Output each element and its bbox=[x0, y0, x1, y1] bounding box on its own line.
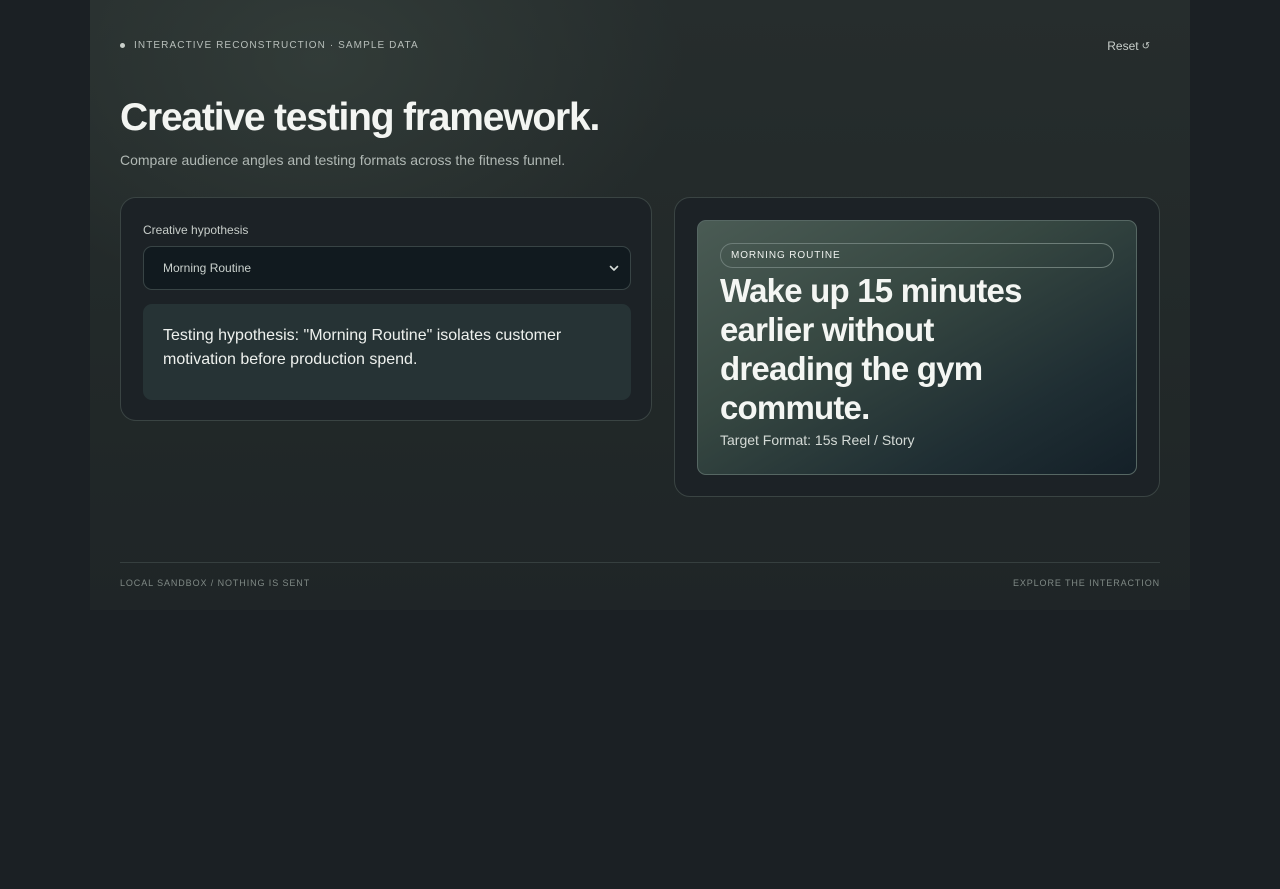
hypothesis-panel: Creative hypothesis Morning Routine Test… bbox=[120, 197, 652, 421]
hypothesis-text: Testing hypothesis: "Morning Routine" is… bbox=[163, 327, 562, 368]
hypothesis-select[interactable]: Morning Routine bbox=[143, 246, 631, 290]
creative-preview-card: MORNING ROUTINE Wake up 15 minutes earli… bbox=[697, 220, 1137, 475]
chevron-down-icon bbox=[609, 265, 619, 271]
page-subtitle: Compare audience angles and testing form… bbox=[120, 152, 566, 168]
preview-panel: MORNING ROUTINE Wake up 15 minutes earli… bbox=[674, 197, 1160, 497]
footer: LOCAL SANDBOX / NOTHING IS SENT EXPLORE … bbox=[120, 562, 1160, 593]
creative-tag: MORNING ROUTINE bbox=[720, 243, 1114, 268]
creative-headline: Wake up 15 minutes earlier without dread… bbox=[720, 272, 1022, 426]
reset-label: Reset bbox=[1107, 39, 1139, 53]
reset-icon: ↺ bbox=[1141, 40, 1150, 52]
footer-note: LOCAL SANDBOX / NOTHING IS SENT bbox=[120, 578, 311, 588]
page-container: INTERACTIVE RECONSTRUCTION · SAMPLE DATA… bbox=[90, 0, 1190, 610]
hypothesis-select-value: Morning Routine bbox=[163, 261, 252, 275]
page-title: Creative testing framework. bbox=[120, 96, 600, 139]
explore-link[interactable]: EXPLORE THE INTERACTION bbox=[1013, 578, 1160, 588]
status-dot-icon bbox=[120, 43, 125, 48]
top-bar: INTERACTIVE RECONSTRUCTION · SAMPLE DATA… bbox=[120, 39, 1160, 56]
hypothesis-callout: Testing hypothesis: "Morning Routine" is… bbox=[143, 304, 631, 400]
target-format: Target Format: 15s Reel / Story bbox=[720, 432, 915, 448]
eyebrow: INTERACTIVE RECONSTRUCTION · SAMPLE DATA bbox=[120, 40, 419, 51]
reset-button[interactable]: Reset ↺ bbox=[1107, 39, 1150, 53]
hypothesis-field-label: Creative hypothesis bbox=[143, 223, 249, 237]
eyebrow-label: INTERACTIVE RECONSTRUCTION · SAMPLE DATA bbox=[134, 40, 419, 51]
